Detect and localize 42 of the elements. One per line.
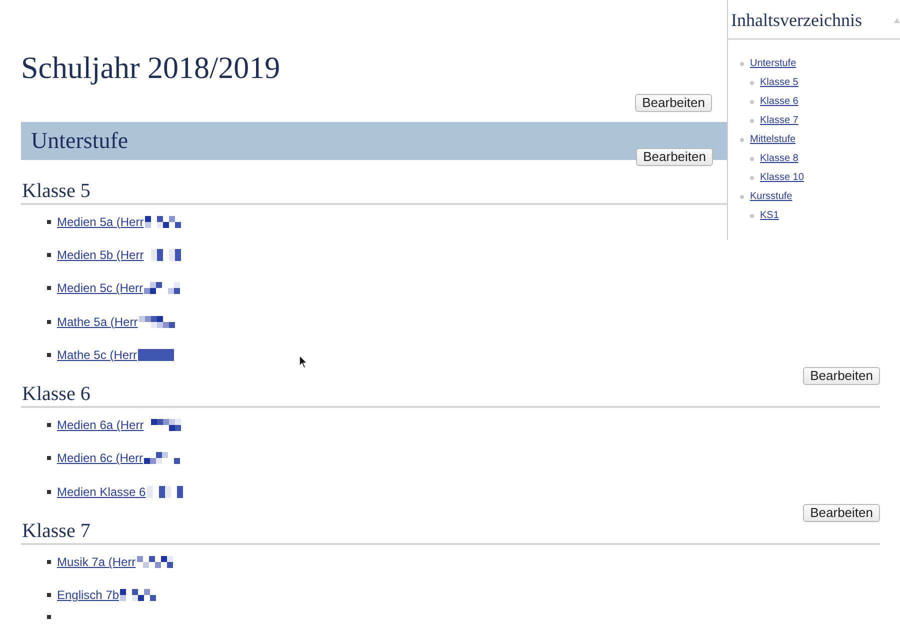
toc-link[interactable]: Klasse 7 <box>760 115 798 126</box>
toc-link[interactable]: KS1 <box>760 210 779 221</box>
edit-button[interactable]: Bearbeiten <box>803 367 880 386</box>
bullet <box>47 456 51 460</box>
course-link[interactable]: Musik 7a (Herr <box>57 555 136 570</box>
toc-link[interactable]: Klasse 10 <box>760 172 804 183</box>
bullet <box>47 252 51 257</box>
edit-button[interactable]: Bearbeiten <box>803 504 880 522</box>
toc-link[interactable]: Klasse 5 <box>760 77 798 88</box>
bullet <box>47 560 51 564</box>
bullet <box>47 490 51 494</box>
course-link[interactable]: Medien 5b (Herr <box>57 248 144 262</box>
course-link[interactable]: Medien 6c (Herr <box>57 451 144 466</box>
toc-link[interactable]: Kursstufe <box>750 191 792 202</box>
bullet <box>47 614 51 619</box>
toc-link[interactable]: Klasse 6 <box>760 96 798 107</box>
bullet <box>47 320 51 324</box>
course-link[interactable]: Medien 5c (Herr <box>57 281 144 296</box>
class-heading: Klasse 7 <box>21 519 90 544</box>
class-heading: Klasse 6 <box>21 382 90 406</box>
bullet <box>47 220 51 224</box>
edit-button[interactable]: Bearbeiten <box>636 148 713 166</box>
toc-title: Inhaltsverzeichnis <box>731 10 862 30</box>
toc-link[interactable]: Klasse 8 <box>760 153 798 164</box>
course-link[interactable]: Mathe 5a (Herr <box>57 314 138 329</box>
toc-link[interactable]: Unterstufe <box>750 58 796 69</box>
edit-button[interactable]: Bearbeiten <box>635 94 712 112</box>
course-link[interactable]: Medien 5a (Herr <box>57 214 144 229</box>
bullet <box>47 286 51 290</box>
page-title: Schuljahr 2018/2019 <box>21 49 280 87</box>
course-link[interactable]: Medien Klasse 6 <box>57 484 146 499</box>
class-heading: Klasse 5 <box>21 179 90 203</box>
bullet <box>47 593 51 598</box>
bullet <box>47 423 51 428</box>
toc-link[interactable]: Mittelstufe <box>750 134 796 145</box>
course-link[interactable]: Mathe 5c (Herr <box>57 348 138 362</box>
section-title: Unterstufe <box>31 128 128 154</box>
course-link[interactable]: Englisch 7b <box>57 588 120 602</box>
collapse-icon[interactable] <box>894 18 900 22</box>
mouse-cursor-icon <box>299 355 308 369</box>
bullet <box>47 352 51 357</box>
course-link[interactable]: Medien 6a (Herr <box>57 418 144 432</box>
